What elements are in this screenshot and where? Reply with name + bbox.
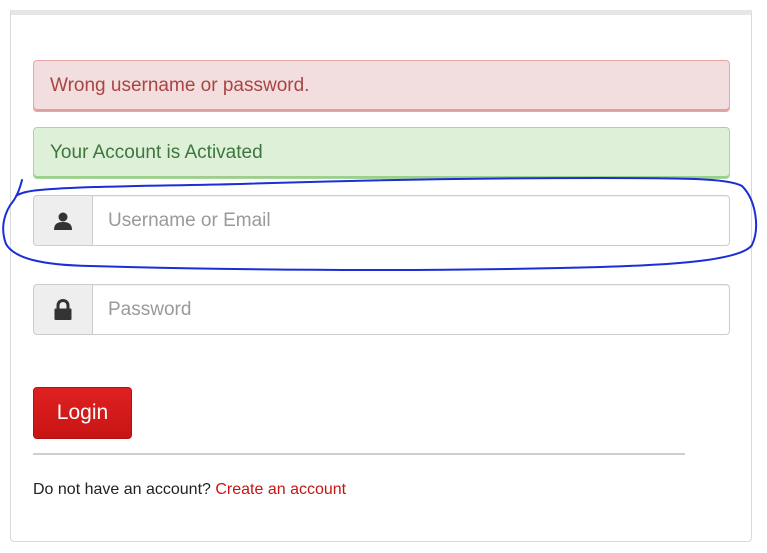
success-alert: Your Account is Activated: [33, 127, 730, 179]
divider: [33, 453, 685, 455]
user-icon: [33, 195, 92, 246]
create-account-link[interactable]: Create an account: [215, 481, 346, 498]
username-input[interactable]: [92, 195, 730, 246]
lock-icon: [33, 284, 92, 335]
login-button[interactable]: Login: [33, 387, 132, 439]
signup-prompt: Do not have an account? Create an accoun…: [33, 481, 346, 499]
signup-prompt-text: Do not have an account?: [33, 481, 211, 498]
username-input-group: [33, 195, 730, 246]
password-input-group: [33, 284, 730, 335]
error-alert: Wrong username or password.: [33, 60, 730, 112]
password-input[interactable]: [92, 284, 730, 335]
